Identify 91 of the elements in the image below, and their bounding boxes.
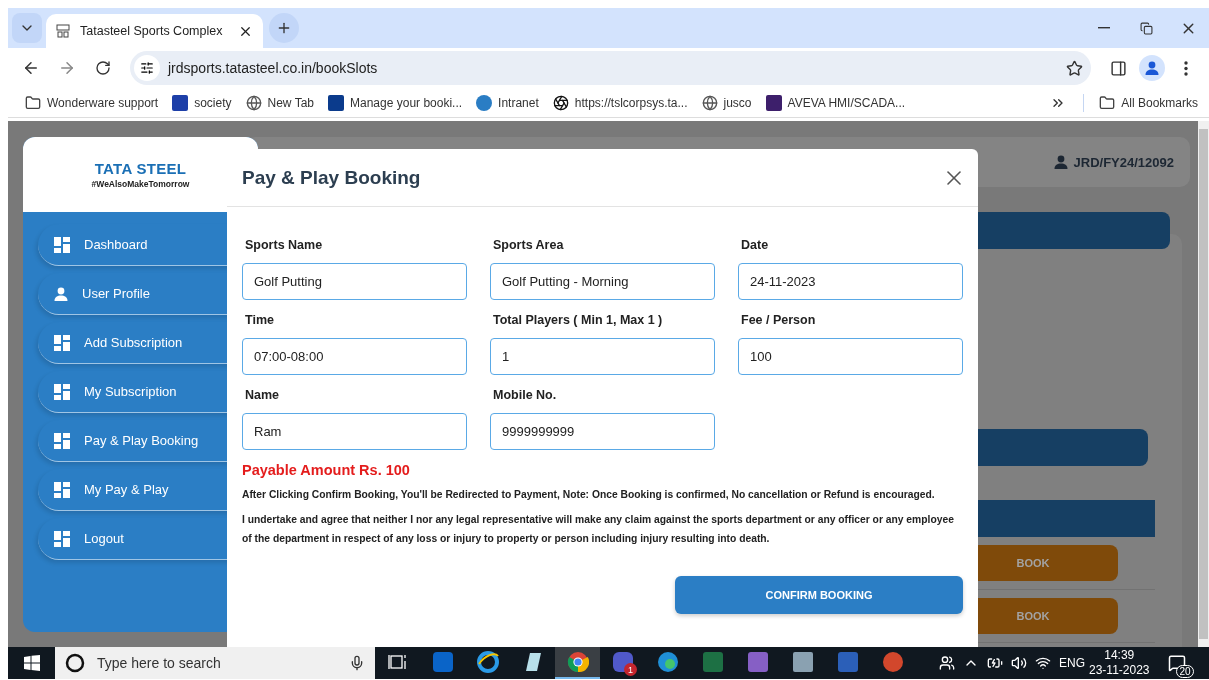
bookmark-star-icon[interactable]	[1066, 59, 1083, 77]
person-icon	[1145, 61, 1159, 75]
minimize-icon	[1098, 27, 1110, 29]
bookmark-link[interactable]: society	[167, 91, 237, 114]
app-icon	[701, 651, 724, 673]
forward-arrow-icon	[58, 59, 76, 77]
action-center-button[interactable]: 20	[1161, 648, 1192, 678]
folder-icon	[25, 94, 41, 111]
search-field[interactable]: Type here to search	[95, 654, 339, 672]
brand-tagline: #WeAlsoMakeTomorrow	[91, 179, 190, 189]
input-field[interactable]: 1	[490, 338, 715, 375]
address-bar[interactable]: jrdsports.tatasteel.co.in/bookSlots	[130, 51, 1091, 85]
input-field[interactable]: Golf Putting - Morning	[490, 263, 715, 300]
volume-icon[interactable]	[1011, 655, 1027, 671]
clock[interactable]: 14:39 23-11-2023	[1089, 648, 1150, 678]
input-field[interactable]: 9999999999	[490, 413, 715, 450]
input-field[interactable]: Golf Putting	[242, 263, 467, 300]
windows-icon	[23, 655, 40, 671]
browser-tab[interactable]: Tatasteel Sports Complex	[46, 14, 263, 48]
app-icon	[836, 651, 859, 673]
side-panel-icon	[1109, 59, 1127, 77]
app-icon	[746, 651, 769, 673]
taskbar-search-field[interactable]: Type here to search	[55, 647, 375, 679]
battery-icon[interactable]	[987, 655, 1003, 671]
bookmark-link[interactable]: jusco	[696, 91, 757, 114]
input-field[interactable]: 24-11-2023	[738, 263, 963, 300]
restore-icon	[1139, 21, 1153, 35]
plus-icon	[276, 20, 292, 36]
new-tab-button[interactable]	[269, 13, 299, 43]
input-field[interactable]: 100	[738, 338, 963, 375]
cortana-icon	[65, 653, 85, 673]
site-logo-icon	[328, 94, 344, 111]
notification-count: 20	[1176, 665, 1194, 678]
sliders-icon	[140, 61, 154, 75]
bookmark-link[interactable]: Wonderware support	[20, 91, 164, 114]
wifi-icon[interactable]	[1035, 655, 1051, 671]
site-settings-button[interactable]	[134, 55, 160, 81]
taskbar-app-button[interactable]: 1	[600, 647, 645, 679]
scrollbar[interactable]	[1198, 121, 1209, 647]
field-label: Fee / Person	[740, 313, 817, 328]
site-logo-icon	[476, 94, 493, 111]
globe-icon	[245, 94, 262, 111]
site-icon	[56, 24, 70, 38]
site-logo-icon	[172, 94, 189, 111]
reload-icon	[95, 60, 111, 76]
edge-icon	[656, 651, 679, 673]
people-icon[interactable]	[939, 655, 955, 671]
user-icon	[54, 286, 68, 301]
browser-e-icon	[476, 651, 499, 673]
folder-icon	[1099, 94, 1116, 111]
notification-badge: 1	[624, 663, 637, 676]
dashboard-icon	[54, 530, 70, 547]
confirm-booking-button[interactable]: CONFIRM BOOKING	[675, 576, 963, 614]
url-text: jrdsports.tatasteel.co.in/bookSlots	[168, 60, 379, 76]
menu-icon	[1184, 60, 1188, 76]
microphone-icon[interactable]	[349, 655, 365, 671]
field-label: Mobile No.	[492, 388, 558, 403]
taskbar-app-button[interactable]	[555, 647, 600, 679]
user-id: JRD/FY24/12092	[1073, 154, 1174, 170]
app-icon	[791, 651, 814, 673]
tab-search-button[interactable]	[12, 13, 42, 43]
aperture-icon	[552, 94, 569, 111]
profile-button[interactable]	[1139, 55, 1165, 81]
dashboard-icon	[54, 481, 70, 498]
task-view-icon	[387, 653, 408, 671]
input-field[interactable]: 07:00-08:00	[242, 338, 467, 375]
bookmark-link[interactable]: New Tab	[240, 91, 319, 114]
dashboard-icon	[54, 383, 70, 400]
input-language[interactable]: ENG	[1059, 656, 1085, 670]
dashboard-icon	[54, 432, 70, 449]
field-label: Total Players ( Min 1, Max 1 )	[492, 313, 664, 328]
site-logo-icon	[765, 94, 782, 111]
app-icon	[611, 651, 634, 673]
globe-icon	[701, 94, 718, 111]
brand-logo: TATA STEEL	[94, 160, 187, 177]
dialog-title: Pay & Play Booking	[242, 166, 422, 189]
bookmark-link[interactable]: AVEVA HMI/SCADA...	[760, 91, 911, 114]
tab-title: Tatasteel Sports Complex	[80, 24, 224, 38]
app-icon	[881, 651, 904, 673]
bookmark-link[interactable]: Intranet	[471, 91, 544, 114]
dashboard-icon	[54, 236, 70, 253]
field-label: Sports Area	[492, 238, 565, 253]
bookmark-link[interactable]: https://tslcorpsys.ta...	[547, 91, 693, 114]
app-icon	[431, 651, 454, 673]
field-label: Date	[740, 238, 770, 253]
input-field[interactable]: Ram	[242, 413, 467, 450]
chrome-icon	[566, 651, 589, 673]
user-icon	[1053, 155, 1068, 169]
dashboard-icon	[54, 334, 70, 351]
all-bookmarks-button[interactable]: All Bookmarks	[1094, 91, 1203, 114]
bookmark-link[interactable]: Manage your booki...	[323, 91, 468, 114]
